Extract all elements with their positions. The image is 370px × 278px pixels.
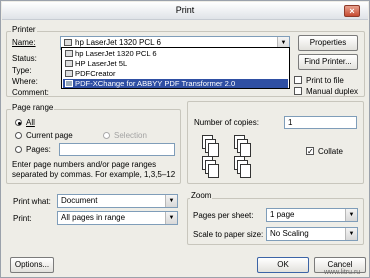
page-range-hint-line1: Enter page numbers and/or page ranges — [12, 160, 157, 169]
printer-option-highlighted[interactable]: PDF-XChange for ABBYY PDF Transformer 2.… — [63, 79, 288, 88]
chevron-down-icon[interactable]: ▼ — [345, 228, 357, 240]
collate-label: Collate — [318, 147, 343, 156]
type-label: Type: — [12, 66, 32, 75]
collate-page-icon — [240, 143, 251, 157]
zoom-group-label: Zoom — [190, 191, 213, 200]
current-page-radio[interactable] — [15, 132, 22, 139]
properties-button[interactable]: Properties — [298, 35, 358, 51]
printer-dropdown-list: hp LaserJet 1320 PCL 6 HP LaserJet 5L PD… — [61, 47, 290, 89]
print-dialog: Print × Printer Name: hp LaserJet 1320 P… — [0, 0, 370, 278]
printer-icon — [65, 80, 73, 87]
title-bar: Print × — [2, 2, 368, 20]
all-pages-label: All — [26, 118, 35, 127]
collate-page-icon — [240, 164, 251, 178]
pages-per-sheet-combo[interactable]: 1 page ▼ — [266, 208, 358, 222]
pages-radio[interactable] — [15, 146, 22, 153]
find-printer-button[interactable]: Find Printer... — [298, 54, 358, 70]
collate-page-icon — [208, 164, 219, 178]
selection-radio — [103, 132, 110, 139]
printer-icon — [64, 39, 72, 46]
print-label: Print: — [13, 214, 32, 223]
page-range-hint-line2: separated by commas. For example, 1,3,5–… — [12, 170, 176, 179]
copies-input-value: 1 — [288, 118, 293, 127]
printer-icon — [65, 50, 73, 57]
window-title: Print — [175, 5, 195, 15]
watermark: www.litru.ru — [324, 269, 361, 276]
copies-input[interactable]: 1 — [284, 116, 357, 129]
pages-input[interactable] — [59, 143, 175, 156]
printer-option-label: PDFCreator — [75, 69, 116, 78]
print-what-combo[interactable]: Document ▼ — [57, 194, 178, 208]
printer-option[interactable]: HP LaserJet 5L — [63, 59, 288, 68]
printer-name-label: Name: — [12, 38, 36, 47]
print-value: All pages in range — [61, 213, 126, 222]
page-range-group-label: Page range — [11, 103, 55, 112]
printer-option-label: PDF-XChange for ABBYY PDF Transformer 2.… — [75, 79, 236, 88]
print-to-file-label: Print to file — [306, 76, 344, 85]
printer-icon — [65, 70, 73, 77]
manual-duplex-label: Manual duplex — [306, 87, 359, 96]
where-label: Where: — [12, 77, 38, 86]
printer-option-label: hp LaserJet 1320 PCL 6 — [75, 49, 157, 58]
status-label: Status: — [12, 54, 37, 63]
selection-label: Selection — [114, 131, 147, 140]
pages-label: Pages: — [26, 145, 51, 154]
chevron-down-icon[interactable]: ▼ — [345, 209, 357, 221]
printer-option-label: HP LaserJet 5L — [75, 59, 128, 68]
scale-to-paper-combo[interactable]: No Scaling ▼ — [266, 227, 358, 241]
printer-group-label: Printer — [11, 25, 37, 34]
number-of-copies-label: Number of copies: — [194, 118, 259, 127]
printer-option[interactable]: PDFCreator — [63, 69, 288, 78]
ok-button[interactable]: OK — [257, 257, 309, 273]
printer-icon — [65, 60, 73, 67]
pages-per-sheet-label: Pages per sheet: — [193, 211, 254, 220]
pages-per-sheet-value: 1 page — [270, 210, 295, 219]
options-button[interactable]: Options... — [10, 257, 54, 273]
close-button[interactable]: × — [344, 5, 360, 17]
print-what-label: Print what: — [13, 197, 51, 206]
collate-page-icon — [208, 143, 219, 157]
comment-label: Comment: — [12, 88, 49, 97]
scale-to-paper-label: Scale to paper size: — [193, 230, 264, 239]
scale-to-paper-value: No Scaling — [270, 229, 309, 238]
manual-duplex-checkbox[interactable] — [294, 87, 302, 95]
print-combo[interactable]: All pages in range ▼ — [57, 211, 178, 225]
all-pages-radio[interactable] — [15, 119, 22, 126]
collate-checkbox[interactable]: ✓ — [306, 147, 314, 156]
print-to-file-checkbox[interactable] — [294, 76, 302, 84]
chevron-down-icon[interactable]: ▼ — [165, 195, 177, 207]
printer-name-value: hp LaserJet 1320 PCL 6 — [75, 38, 161, 47]
print-what-value: Document — [61, 196, 98, 205]
current-page-label: Current page — [26, 131, 73, 140]
printer-option[interactable]: hp LaserJet 1320 PCL 6 — [63, 49, 288, 58]
chevron-down-icon[interactable]: ▼ — [165, 212, 177, 224]
